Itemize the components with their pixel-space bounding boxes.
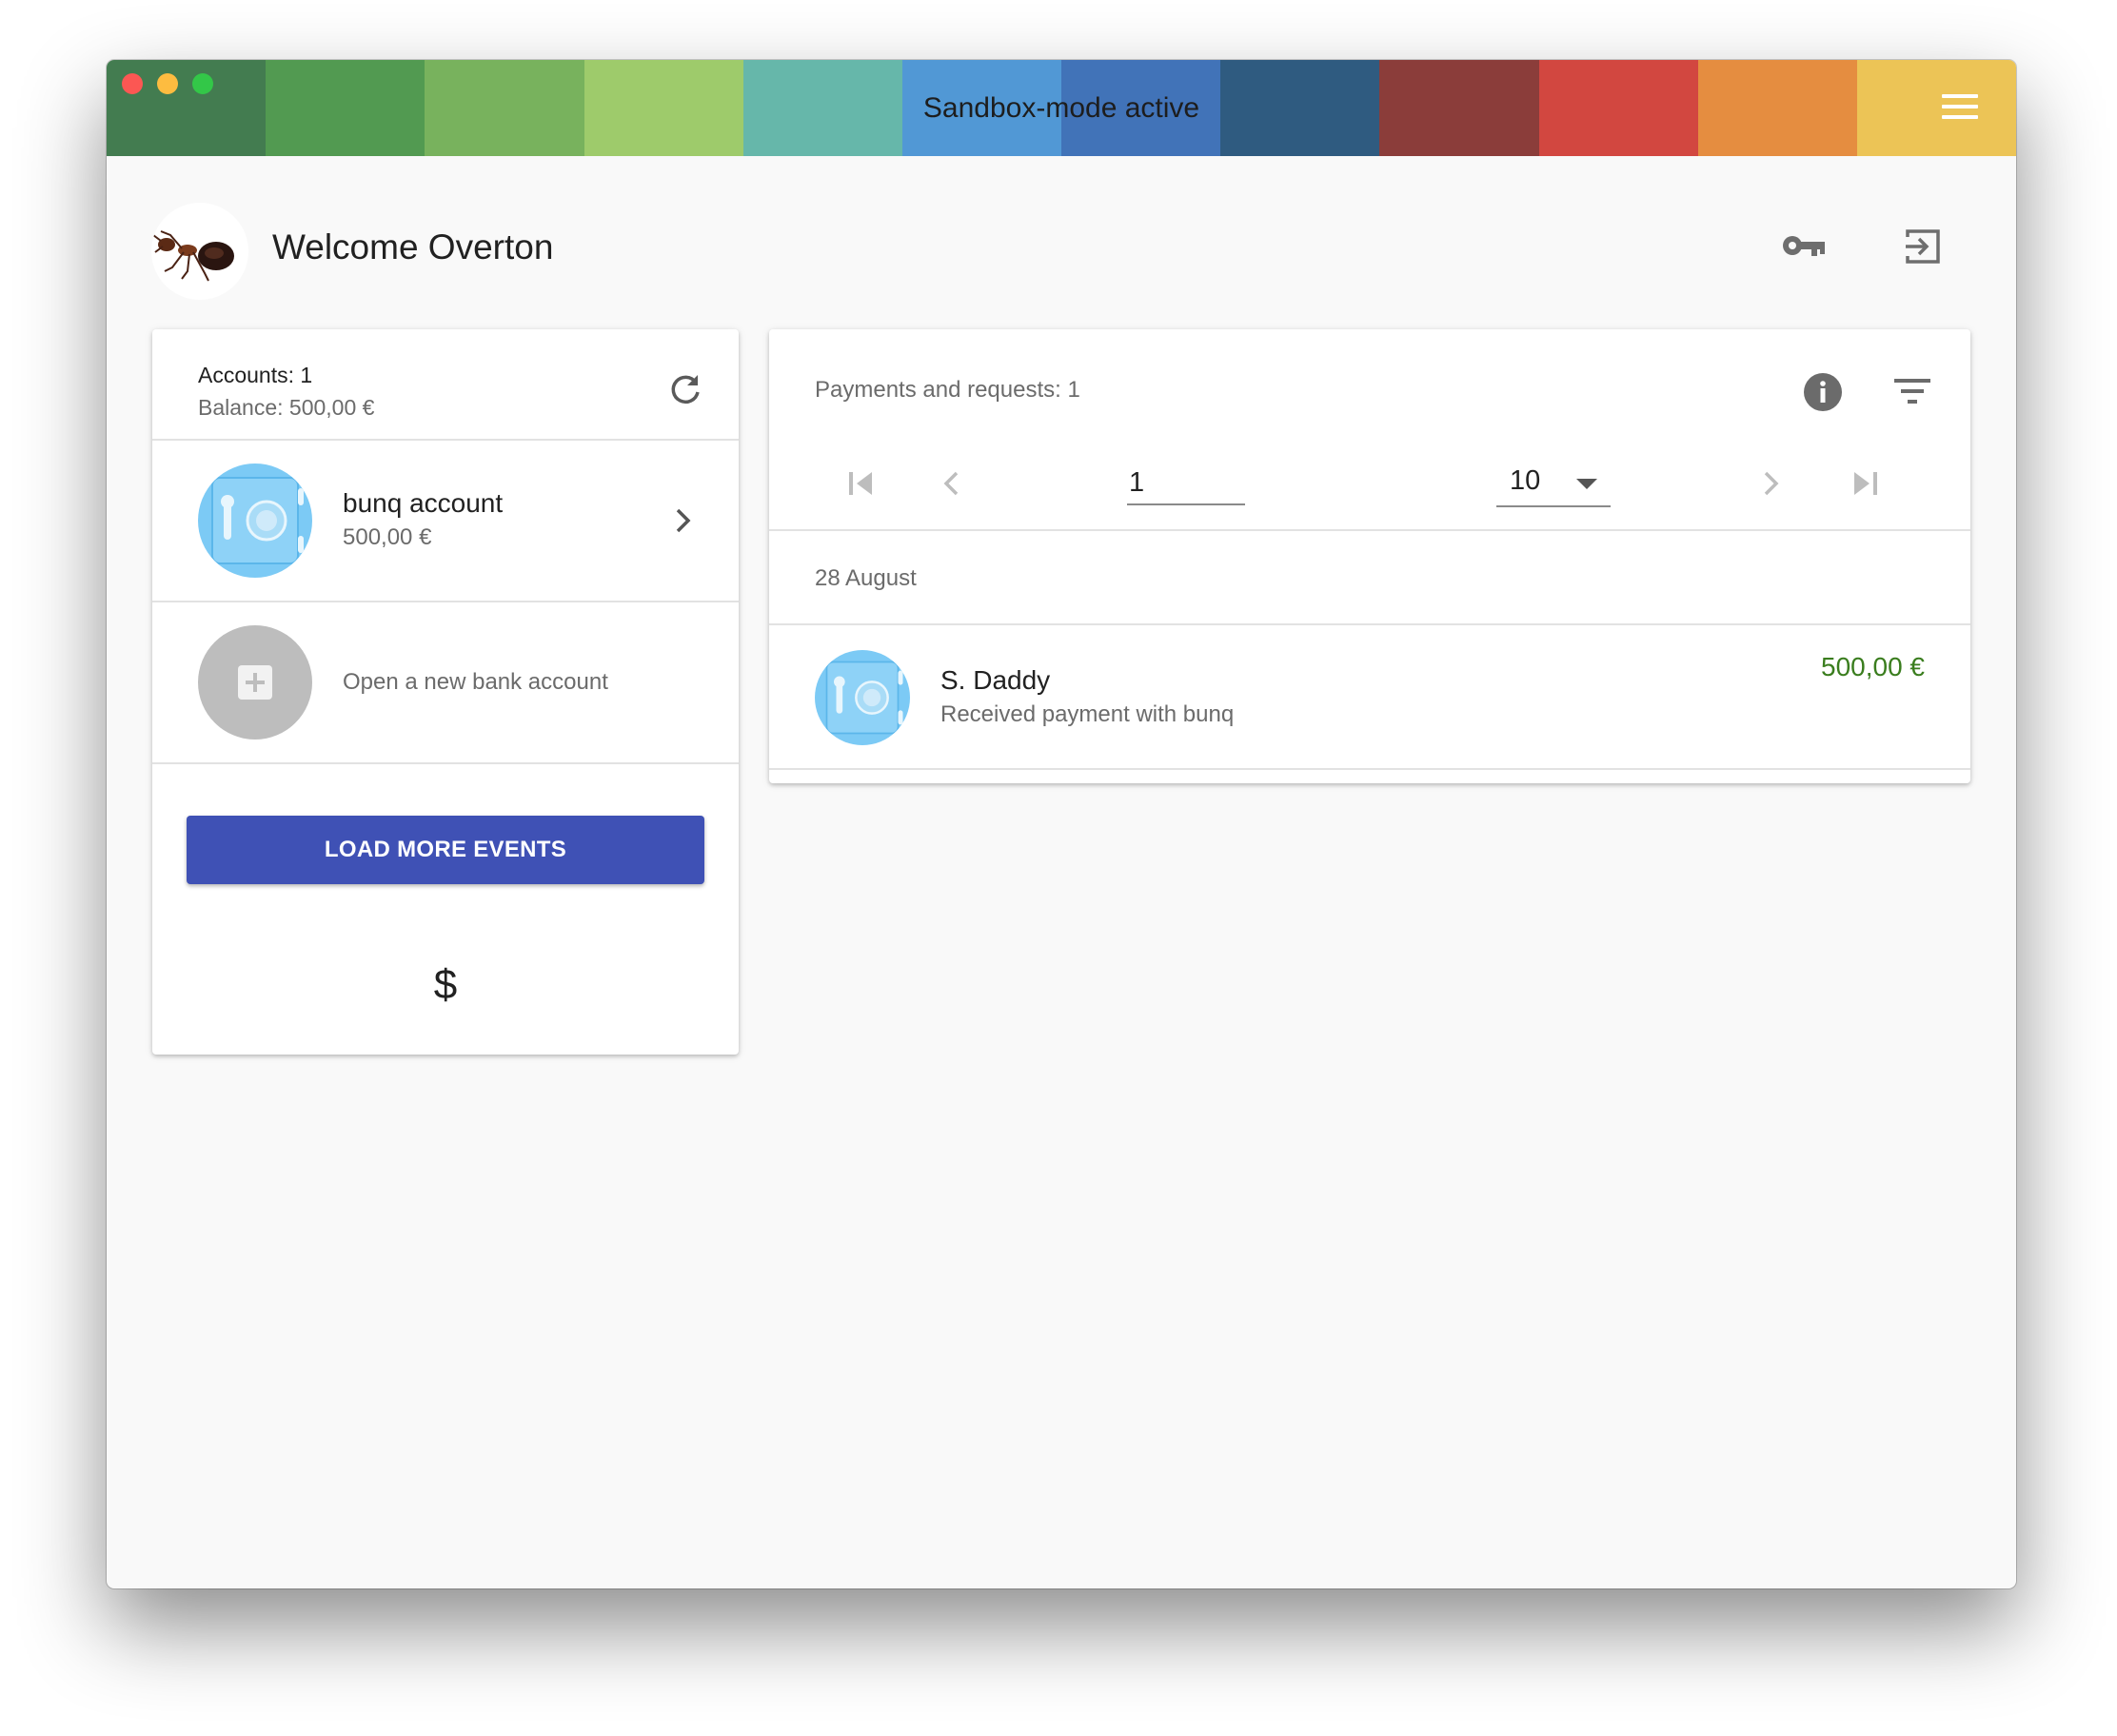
chevron-right-icon — [674, 507, 693, 539]
title-bar-stripe — [1697, 60, 1857, 156]
welcome-heading: Welcome Overton — [272, 227, 554, 266]
window-controls — [122, 73, 213, 94]
safe-icon — [815, 650, 910, 745]
payment-counterparty: S. Daddy — [940, 665, 1051, 695]
add-account-icon — [198, 625, 312, 740]
previous-page-icon[interactable] — [942, 470, 961, 502]
page-number-input[interactable] — [1127, 462, 1245, 505]
title-bar-stripe — [1220, 60, 1380, 156]
next-page-icon[interactable] — [1761, 470, 1780, 502]
title-bar-stripe — [1379, 60, 1539, 156]
title-bar-stripe — [1538, 60, 1698, 156]
load-more-events-button[interactable]: LOAD MORE EVENTS — [187, 816, 704, 884]
minimize-window-button[interactable] — [157, 73, 178, 94]
total-balance: Balance: 500,00 € — [198, 395, 375, 420]
dollar-symbol: $ — [433, 961, 458, 1008]
key-icon[interactable] — [1782, 233, 1826, 263]
title-bar-stripe — [584, 60, 743, 156]
title-bar-stripe — [901, 60, 1062, 156]
safe-icon — [198, 464, 312, 578]
page-size-select[interactable]: 10 — [1496, 462, 1611, 507]
title-bar-stripe — [1856, 60, 2016, 156]
payments-title: Payments and requests: 1 — [815, 377, 1080, 403]
account-row[interactable]: bunq account 500,00 € — [152, 441, 739, 601]
payment-description: Received payment with bunq — [940, 701, 1235, 727]
account-balance: 500,00 € — [343, 524, 432, 550]
payment-row[interactable]: S. Daddy Received payment with bunq 500,… — [769, 625, 1970, 768]
account-name: bunq account — [343, 488, 504, 518]
last-page-icon[interactable] — [1850, 470, 1879, 502]
title-bar — [107, 60, 2016, 156]
date-header: 28 August — [815, 565, 917, 591]
first-page-icon[interactable] — [847, 470, 876, 502]
app-window: Sandbox-mode active Welcome Overton Acco… — [107, 60, 2016, 1588]
divider — [769, 768, 1970, 770]
title-bar-stripe — [742, 60, 902, 156]
open-new-account-row[interactable]: Open a new bank account — [152, 602, 739, 762]
zoom-window-button[interactable] — [192, 73, 213, 94]
divider — [769, 529, 1970, 531]
payments-card: Payments and requests: 1 28 August S. Da… — [769, 329, 1970, 783]
refresh-icon[interactable] — [668, 373, 702, 412]
accounts-card: Accounts: 1 Balance: 500,00 € bunq accou… — [152, 329, 739, 1055]
menu-icon[interactable] — [1942, 94, 1978, 121]
info-icon[interactable] — [1803, 372, 1843, 417]
ant-avatar[interactable] — [151, 203, 248, 300]
filter-icon[interactable] — [1894, 377, 1930, 410]
page-size-value: 10 — [1510, 465, 1541, 496]
close-window-button[interactable] — [122, 73, 143, 94]
payment-amount: 500,00 € — [1821, 652, 1925, 681]
divider — [152, 762, 739, 764]
accounts-count: Accounts: 1 — [198, 363, 313, 387]
title-bar-stripe — [266, 60, 425, 156]
logout-icon[interactable] — [1904, 227, 1942, 270]
open-new-account-label: Open a new bank account — [343, 669, 608, 695]
title-bar-stripe — [1061, 60, 1221, 156]
caret-down-icon — [1576, 478, 1597, 495]
title-bar-stripe — [425, 60, 584, 156]
